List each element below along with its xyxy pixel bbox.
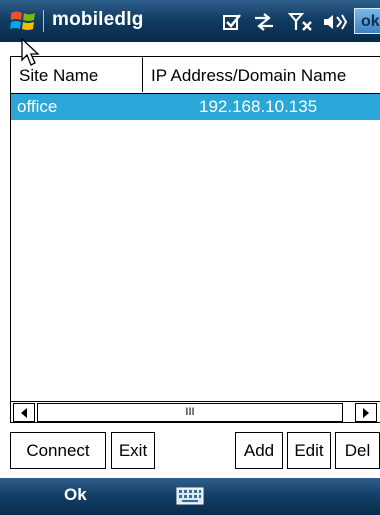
add-button[interactable]: Add	[235, 432, 283, 469]
title-bar: mobiledlg ok	[0, 0, 380, 42]
edit-button[interactable]: Edit	[287, 432, 331, 469]
title-separator	[43, 10, 44, 32]
keyboard-icon[interactable]	[176, 486, 204, 506]
mouse-cursor-icon	[21, 38, 40, 66]
volume-icon[interactable]	[322, 12, 348, 32]
exit-button[interactable]: Exit	[111, 432, 155, 469]
softkey-bar: Ok	[0, 478, 380, 515]
cell-address: 192.168.10.135	[199, 97, 318, 116]
site-list[interactable]: Site Name IP Address/Domain Name office …	[10, 56, 380, 423]
cell-site-name: office	[17, 97, 58, 116]
scroll-left-button[interactable]	[13, 403, 35, 422]
softkey-ok[interactable]: Ok	[64, 485, 87, 505]
arrow-left-icon	[21, 407, 27, 418]
list-row[interactable]: office 192.168.10.135	[11, 94, 380, 120]
connect-button[interactable]: Connect	[10, 432, 106, 469]
app-title: mobiledlg	[52, 9, 144, 30]
scroll-thumb[interactable]: III	[37, 403, 343, 422]
del-button[interactable]: Del	[335, 432, 380, 469]
connectivity-icon[interactable]	[252, 12, 276, 32]
horizontal-scrollbar[interactable]: III	[11, 401, 380, 422]
column-header-ip-address[interactable]: IP Address/Domain Name	[143, 57, 380, 92]
windows-start-icon[interactable]	[9, 8, 37, 34]
signal-off-icon[interactable]	[288, 12, 314, 32]
checkbox-icon[interactable]	[222, 12, 242, 32]
scroll-right-button[interactable]	[355, 403, 377, 422]
title-ok-button[interactable]: ok	[354, 8, 380, 34]
arrow-right-icon	[363, 407, 369, 418]
list-header: Site Name IP Address/Domain Name	[11, 57, 380, 94]
